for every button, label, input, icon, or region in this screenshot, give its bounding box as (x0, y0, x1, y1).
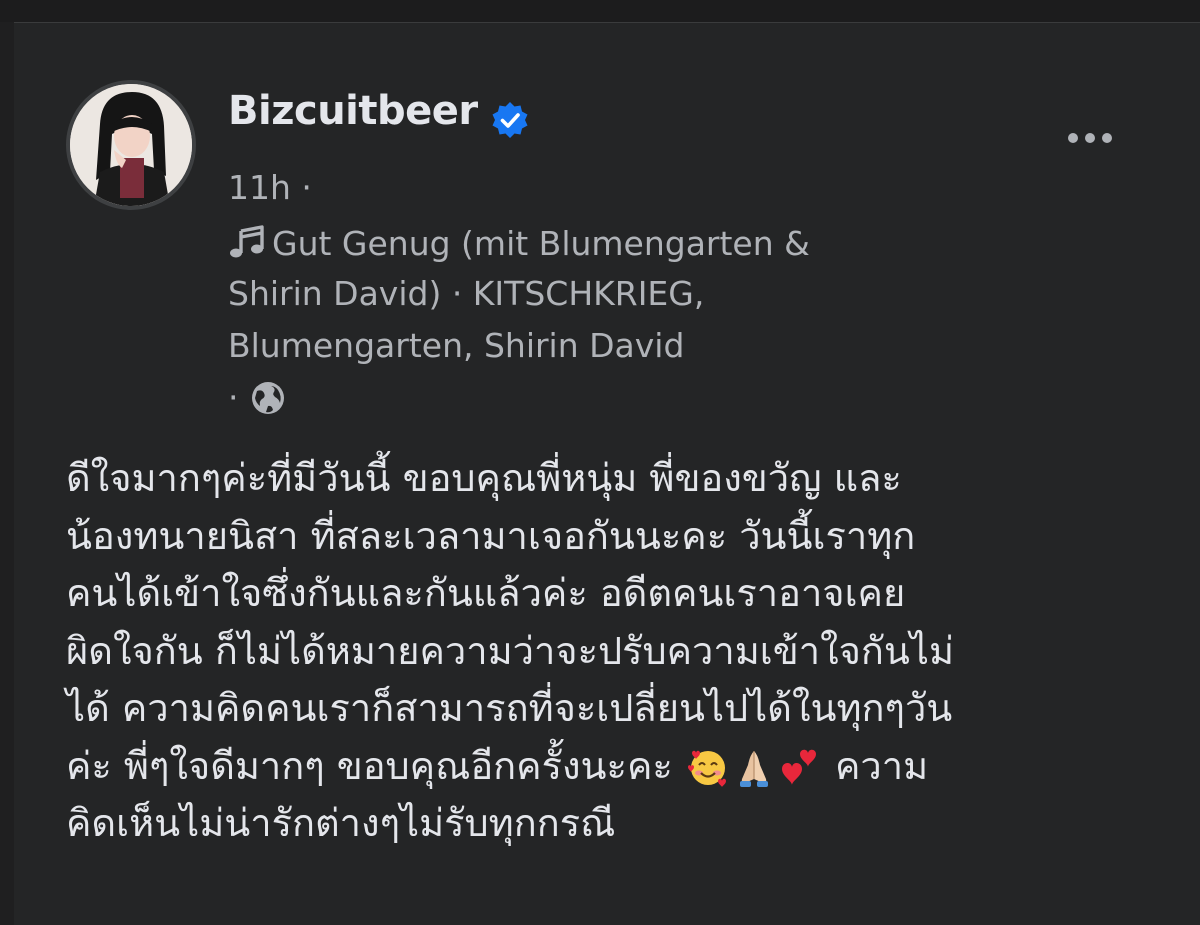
post-text-line: คิดเห็นไม่น่ารักต่างๆไม่รับทุกกรณี (66, 801, 616, 845)
post-text-segment: ความ (834, 743, 929, 788)
avatar-image (70, 84, 192, 206)
globe-icon[interactable] (249, 379, 287, 417)
dot-icon (1102, 133, 1112, 143)
top-strip (0, 0, 1200, 23)
left-edge (0, 22, 14, 925)
two-hearts-icon (781, 749, 816, 785)
avatar[interactable] (66, 80, 196, 210)
music-line-3[interactable]: Blumengarten, Shirin David (228, 326, 684, 365)
post-text-line: ผิดใจกัน ก็ไม่ได้หมายความว่าจะปรับความเข… (66, 628, 955, 673)
post-text-line: คนได้เข้าใจซึ่งกันและกันแล้วค่ะ อดีตคนเร… (66, 571, 906, 615)
verified-badge-icon (492, 102, 528, 138)
dot-icon (1085, 133, 1095, 143)
dot-icon (1068, 133, 1078, 143)
more-options-button[interactable] (1058, 118, 1122, 158)
folded-hands-icon (739, 750, 768, 787)
author-name[interactable]: Bizcuitbeer (228, 88, 478, 134)
post-text-line: ดีใจมากๆค่ะที่มีวันนี้ ขอบคุณพี่หนุ่ม พี… (66, 456, 902, 500)
post-text-line: น้องทนายนิสา ที่สละเวลามาเจอกันนะคะ วันน… (66, 513, 916, 558)
privacy-separator: · (228, 378, 239, 417)
privacy-row: · (228, 378, 287, 417)
smiling-face-with-hearts-icon (687, 750, 726, 787)
music-text-1: Gut Genug (mit Blumengarten & (272, 224, 810, 263)
music-line-1[interactable]: Gut Genug (mit Blumengarten & (228, 224, 810, 263)
post-time[interactable]: 11h · (228, 168, 312, 207)
music-line-2[interactable]: Shirin David) · KITSCHKRIEG, (228, 274, 704, 313)
post-text: ดีใจมากๆค่ะที่มีวันนี้ ขอบคุณพี่หนุ่ม พี… (66, 450, 1166, 853)
post-text-line-emoji: ค่ะ พี่ๆใจดีมากๆ ขอบคุณอีกครั้งนะคะ ความ (66, 738, 1166, 796)
music-note-icon (230, 225, 264, 258)
post-text-line: ได้ ความคิดคนเราก็สามารถที่จะเปลี่ยนไปได… (66, 686, 953, 730)
post-text-segment: ค่ะ พี่ๆใจดีมากๆ ขอบคุณอีกครั้งนะคะ (66, 743, 673, 788)
